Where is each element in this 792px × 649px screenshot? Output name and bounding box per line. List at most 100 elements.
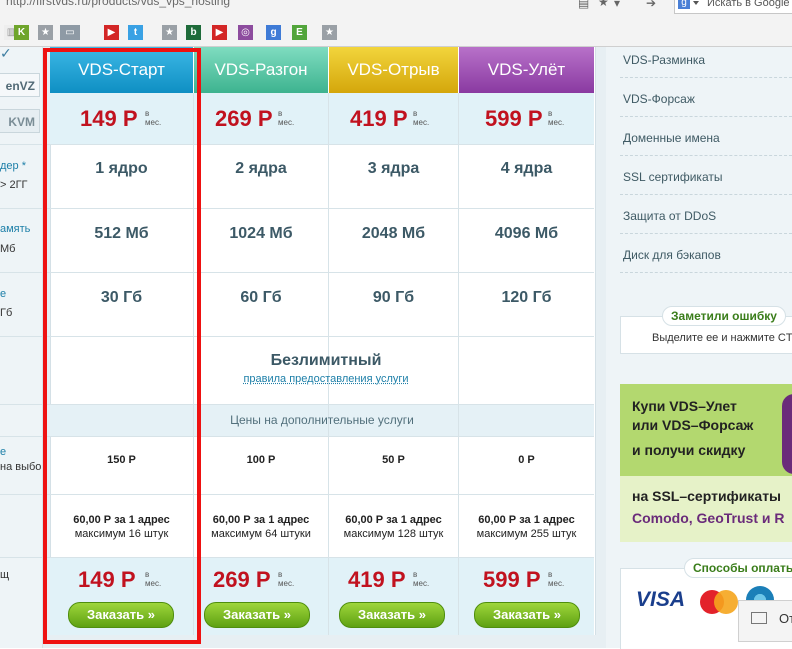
menu-divider — [620, 116, 792, 117]
banner-line-4: на SSL–сертификаты — [632, 488, 782, 504]
price-unit-top: в — [413, 570, 418, 579]
browser-chrome: http://firstvds.ru/products/vds_vps_host… — [0, 0, 792, 47]
banner-line-2: или VDS–Форсаж — [632, 417, 754, 433]
extra-sub: на выбо — [0, 461, 42, 473]
banner-line-3: и получи скидку — [632, 442, 746, 458]
ram-ulet: 4096 Мб — [494, 225, 559, 242]
menu-divider — [620, 272, 792, 273]
extra-label: е — [0, 446, 7, 458]
disk-razgon: 60 Гб — [240, 289, 282, 306]
ram-razgon: 1024 Мб — [229, 225, 293, 242]
open-icon: ✓ — [0, 45, 12, 61]
plan-header-ulet: VDS-Улёт — [459, 47, 594, 93]
folder-icon[interactable]: ▭ — [60, 25, 80, 40]
extra-price-otryv: 50 Р — [382, 454, 405, 466]
disk-sub: Гб — [0, 307, 13, 319]
total-price-razgon: 269 Р — [213, 567, 271, 592]
chat-widget[interactable]: От — [738, 600, 792, 642]
target-icon[interactable]: ◎ — [238, 25, 253, 40]
em-icon[interactable]: E — [292, 25, 307, 40]
ip-price-razgon: 60,00 Р за 1 адрес — [212, 514, 310, 526]
promo-banner[interactable]: Купи VDS–Улет или VDS–Форсаж и получи ск… — [620, 384, 792, 542]
disk-label: е — [0, 288, 7, 300]
bet365-icon[interactable]: b — [186, 25, 201, 40]
youtube-icon[interactable]: ▶ — [212, 25, 227, 40]
ip-price-otryv: 60,00 Р за 1 адрес — [345, 514, 442, 526]
menu-divider — [620, 155, 792, 156]
total-price-otryv: 419 Р — [348, 567, 406, 592]
highlight-frame — [43, 48, 201, 644]
price-ulet: 599 Р — [485, 106, 543, 131]
youtube-icon[interactable]: ▶ — [104, 25, 119, 40]
sidebar-item-razminka[interactable]: VDS-Разминка — [623, 53, 705, 67]
menu-divider — [620, 194, 792, 195]
google-icon[interactable]: g — [266, 25, 281, 40]
price-unit-bottom: мес. — [548, 579, 565, 588]
sidebar-item-forsazh[interactable]: VDS-Форсаж — [623, 92, 695, 106]
sidebar-item-ddos[interactable]: Защита от DDoS — [623, 209, 716, 223]
extra-price-ulet: 0 Р — [518, 454, 535, 466]
ip-price-ulet: 60,00 Р за 1 адрес — [478, 514, 575, 526]
plan-header-razgon: VDS-Разгон — [194, 47, 328, 93]
price-unit-bottom: мес. — [278, 118, 295, 127]
price-unit-top: в — [548, 109, 553, 118]
total-price-ulet: 599 Р — [483, 567, 541, 592]
price-unit-bottom: мес. — [413, 579, 430, 588]
price-unit: в мес. — [413, 570, 429, 588]
k-bookmark-icon[interactable]: K — [14, 25, 29, 40]
price-unit-top: в — [548, 570, 553, 579]
tab-openvz[interactable]: enVZ — [0, 73, 40, 97]
price-unit: в мес. — [278, 109, 294, 127]
extra-price-razgon: 100 Р — [246, 454, 276, 466]
banner-lower — [620, 476, 792, 542]
price-unit-bottom: мес. — [413, 118, 430, 127]
price-unit-top: в — [413, 109, 418, 118]
price-otryv: 419 Р — [350, 106, 408, 131]
cpu-sub: > 2ГГ — [0, 179, 28, 191]
banner-line-1: Купи VDS–Улет — [632, 398, 737, 414]
order-button-ulet[interactable]: Заказать » — [474, 602, 580, 628]
price-unit-bottom: мес. — [548, 118, 565, 127]
ip-max-ulet: максимум 255 штук — [476, 528, 577, 540]
search-field[interactable]: g Искать в Google — [674, 0, 792, 14]
order-button-razgon[interactable]: Заказать » — [204, 602, 310, 628]
menu-divider — [620, 77, 792, 78]
tab-kvm[interactable]: KVM — [0, 109, 40, 133]
error-report-title: Заметили ошибку — [662, 306, 786, 326]
price-razgon: 269 Р — [215, 106, 273, 131]
ip-max-otryv: максимум 128 штук — [343, 528, 444, 540]
error-report-text: Выделите ее и нажмите CT — [652, 332, 792, 344]
sidebar-item-domains[interactable]: Доменные имена — [623, 131, 720, 145]
price-unit-top: в — [278, 570, 283, 579]
visa-logo: VISA — [636, 588, 686, 611]
star-bookmark-icon[interactable]: ★ — [322, 25, 337, 40]
bookmarks-bar: ▥ K ★ ▭ ▶ t ★ b ▶ ◎ g E ★ — [0, 20, 792, 46]
mastercard-icon — [700, 590, 738, 614]
star-bookmark-icon[interactable]: ★ — [38, 25, 53, 40]
cpu-ulet: 4 ядра — [500, 160, 553, 177]
twitter-icon[interactable]: t — [128, 25, 143, 40]
rss-icon[interactable]: ▤ — [578, 0, 589, 10]
dropdown-icon[interactable]: ▾ — [614, 0, 620, 10]
total-label: щ — [0, 569, 10, 581]
ip-max-razgon: максимум 64 штуки — [211, 528, 311, 540]
chevron-down-icon — [693, 1, 699, 5]
bookmark-star-icon[interactable]: ★ — [598, 0, 609, 9]
sidebar-item-backup[interactable]: Диск для бэкапов — [623, 248, 721, 262]
ram-label: амять — [0, 223, 31, 235]
price-unit: в мес. — [548, 109, 564, 127]
go-arrow-icon[interactable]: ➔ — [646, 0, 656, 10]
price-unit: в мес. — [548, 570, 564, 588]
disk-otryv: 90 Гб — [372, 289, 415, 306]
order-button-otryv[interactable]: Заказать » — [339, 602, 445, 628]
chat-label: От — [779, 611, 792, 626]
traffic-rules-link[interactable]: правила предоставления услуги — [194, 373, 458, 385]
price-unit-top: в — [278, 109, 283, 118]
plan-header-otryv: VDS-Отрыв — [329, 47, 458, 93]
address-bar[interactable]: http://firstvds.ru/products/vds_vps_host… — [6, 0, 626, 12]
mastercard-orange-circle — [714, 590, 738, 614]
sidebar-item-ssl[interactable]: SSL сертификаты — [623, 170, 722, 184]
price-unit: в мес. — [278, 570, 294, 588]
star-bookmark-icon[interactable]: ★ — [162, 25, 177, 40]
ram-otryv: 2048 Мб — [361, 225, 426, 242]
